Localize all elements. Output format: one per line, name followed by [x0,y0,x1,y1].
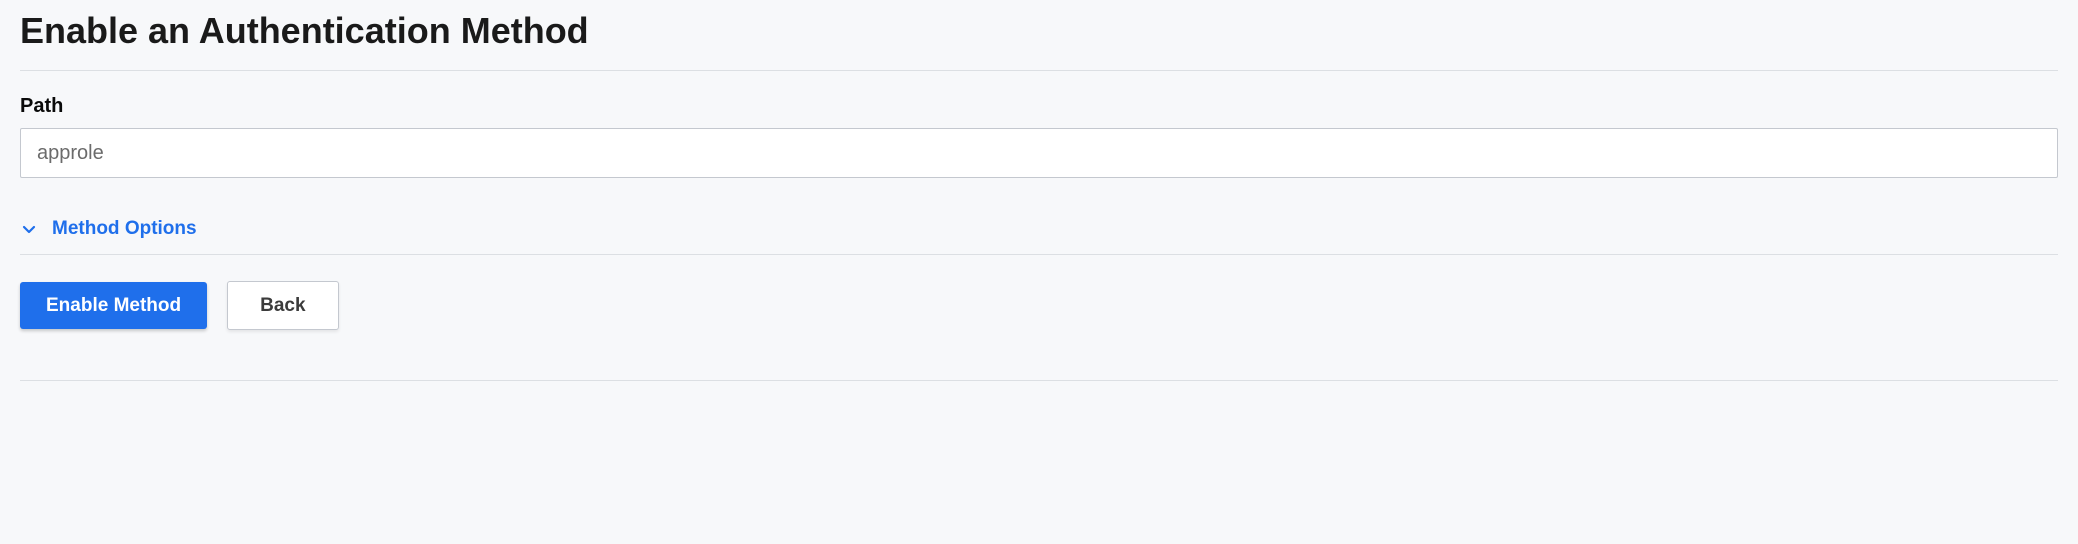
chevron-down-icon [20,220,38,238]
back-button[interactable]: Back [227,281,338,330]
enable-method-button[interactable]: Enable Method [20,282,207,329]
path-input[interactable] [20,128,2058,178]
path-label: Path [20,95,2058,118]
bottom-divider [20,380,2058,381]
options-divider [20,254,2058,255]
method-options-label: Method Options [52,218,197,240]
button-row: Enable Method Back [20,281,2058,330]
title-divider [20,70,2058,71]
page-title: Enable an Authentication Method [20,10,2058,70]
method-options-toggle[interactable]: Method Options [20,218,197,240]
